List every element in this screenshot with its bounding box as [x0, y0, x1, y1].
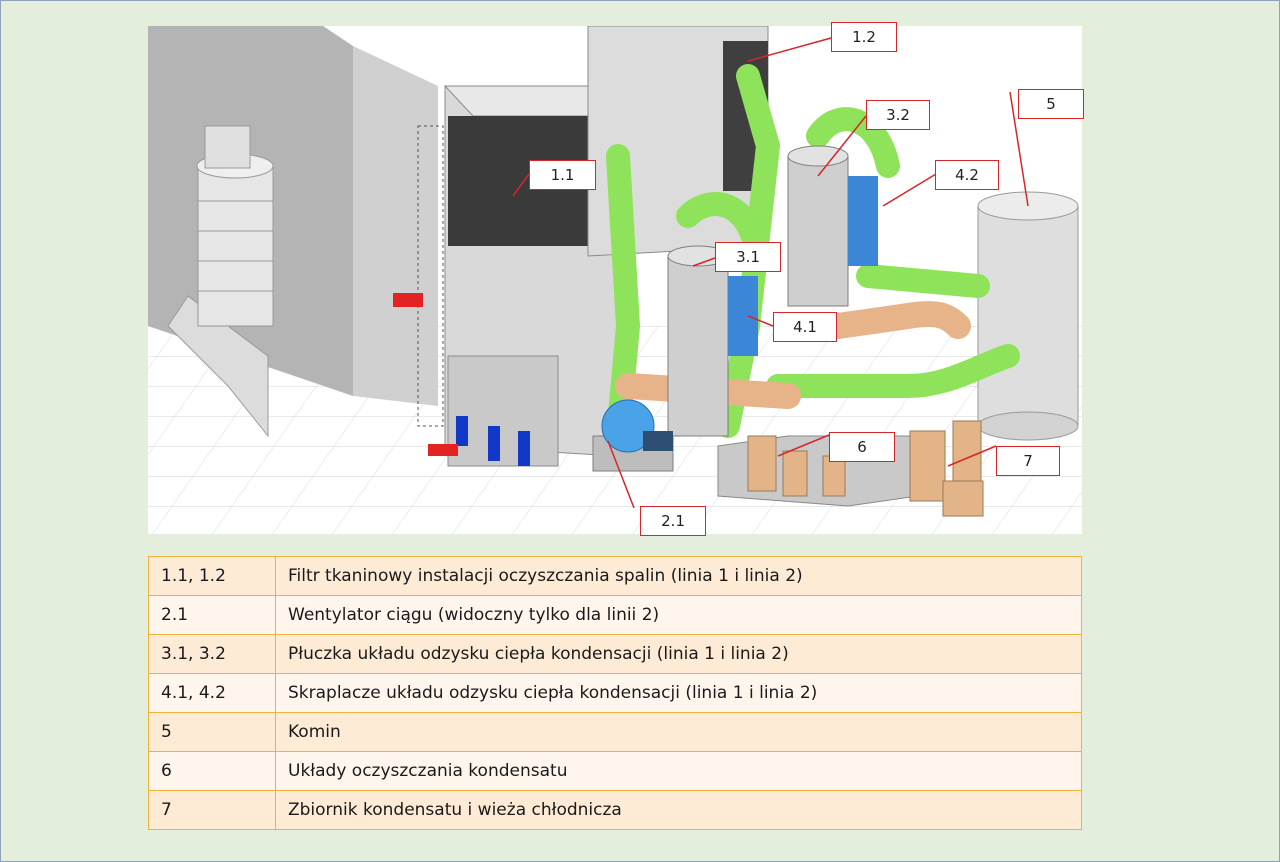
- callout-3-2: 3.2: [866, 100, 930, 130]
- callout-4-1: 4.1: [773, 312, 837, 342]
- legend-description: Wentylator ciągu (widoczny tylko dla lin…: [275, 595, 1082, 635]
- legend-row: 6 Układy oczyszczania kondensatu: [148, 751, 1082, 791]
- legend-description: Komin: [275, 712, 1082, 752]
- callout-6: 6: [829, 432, 895, 462]
- legend-table: 1.1, 1.2 Filtr tkaninowy instalacji oczys…: [148, 556, 1082, 830]
- callout-4-2: 4.2: [935, 160, 999, 190]
- legend-key: 7: [148, 790, 276, 830]
- legend-description: Układy oczyszczania kondensatu: [275, 751, 1082, 791]
- red-marker: [428, 444, 458, 456]
- legend-row: 3.1, 3.2 Płuczka układu odzysku ciepła ko…: [148, 634, 1082, 674]
- callout-7: 7: [996, 446, 1060, 476]
- callout-1-2: 1.2: [831, 22, 897, 52]
- callout-5: 5: [1018, 89, 1084, 119]
- stack-cylinder: [977, 191, 1079, 441]
- callout-2-1: 2.1: [640, 506, 706, 536]
- legend-key: 2.1: [148, 595, 276, 635]
- legend-row: 4.1, 4.2 Skraplacze układu odzysku ciepła…: [148, 673, 1082, 713]
- legend-key: 6: [148, 751, 276, 791]
- legend-key: 1.1, 1.2: [148, 556, 276, 596]
- callout-3-1: 3.1: [715, 242, 781, 272]
- legend-key: 5: [148, 712, 276, 752]
- legend-key: 4.1, 4.2: [148, 673, 276, 713]
- legend-description: Płuczka układu odzysku ciepła kondensacj…: [275, 634, 1082, 674]
- legend-row: 5 Komin: [148, 712, 1082, 752]
- legend-description: Zbiornik kondensatu i wieża chłodnicza: [275, 790, 1082, 830]
- callout-1-1: 1.1: [529, 160, 596, 190]
- plant-3d-render: [148, 26, 1082, 534]
- legend-key: 3.1, 3.2: [148, 634, 276, 674]
- plant-drawing: [148, 26, 1082, 534]
- legend-row: 2.1 Wentylator ciągu (widoczny tylko dla …: [148, 595, 1082, 635]
- legend-description: Skraplacze układu odzysku ciepła kondens…: [275, 673, 1082, 713]
- legend-row: 1.1, 1.2 Filtr tkaninowy instalacji oczys…: [148, 556, 1082, 596]
- red-marker: [393, 293, 423, 307]
- legend-row: 7 Zbiornik kondensatu i wieża chłodnicza: [148, 790, 1082, 830]
- legend-description: Filtr tkaninowy instalacji oczyszczania …: [275, 556, 1082, 596]
